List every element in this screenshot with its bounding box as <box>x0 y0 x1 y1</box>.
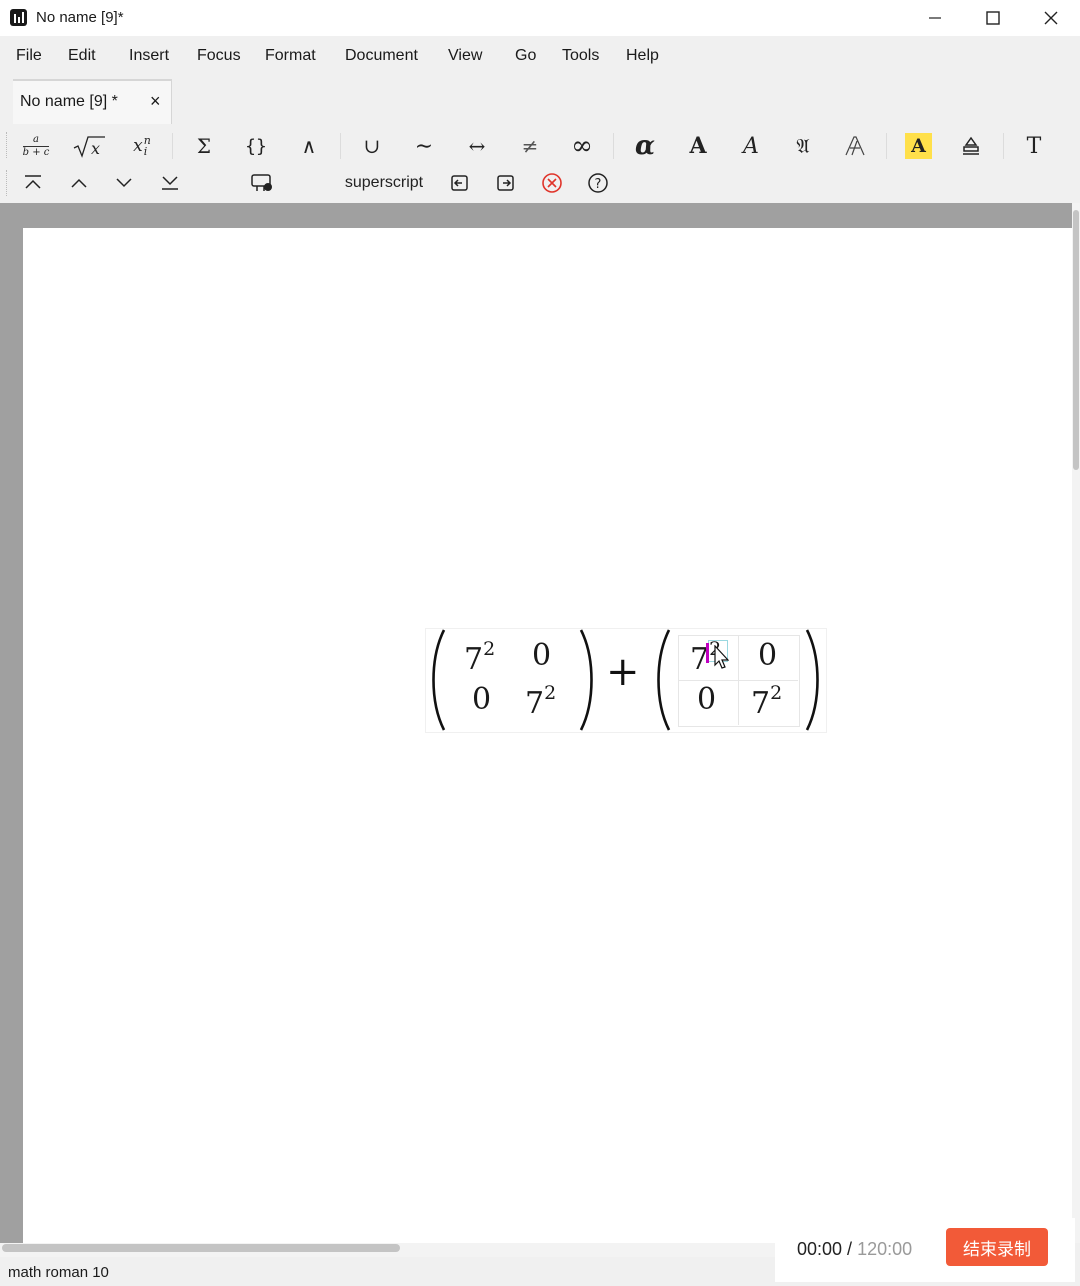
tilde-icon[interactable]: ∼ <box>409 131 439 161</box>
document-tab[interactable]: No name [9] * × <box>13 79 172 124</box>
exit-right-icon[interactable] <box>491 168 521 198</box>
exit-left-icon[interactable] <box>445 168 475 198</box>
minimize-button[interactable] <box>906 0 964 36</box>
menu-bar: File Edit Insert Focus Format Document V… <box>0 40 1080 72</box>
matrix1-cell-1-1[interactable]: 72 <box>464 638 495 677</box>
right-paren-2 <box>805 629 819 731</box>
move-down-icon[interactable] <box>109 168 139 198</box>
move-up-icon[interactable] <box>64 168 94 198</box>
matrix1-cell-2-2[interactable]: 72 <box>525 682 556 721</box>
left-paren-2 <box>657 629 671 731</box>
help-icon[interactable]: ? <box>583 168 613 198</box>
status-text: math roman 10 <box>8 1264 109 1281</box>
matrix1-cell-2-1[interactable]: 0 <box>472 682 491 717</box>
text-cursor <box>706 643 709 663</box>
toolbar-grip-2[interactable] <box>6 170 9 196</box>
mode-label: superscript <box>344 174 424 191</box>
matrix2-cell-2-1[interactable]: 0 <box>697 682 716 717</box>
minimize-icon <box>929 17 941 19</box>
menu-edit[interactable]: Edit <box>68 47 96 65</box>
not-equal-icon[interactable]: ≠ <box>515 131 545 161</box>
recording-timer: 00:00 / 120:00 <box>797 1239 913 1259</box>
fraktur-icon[interactable]: 𝔄 <box>788 131 818 161</box>
horizontal-scroll-thumb[interactable] <box>2 1244 400 1252</box>
highlight-icon[interactable]: A <box>905 133 932 159</box>
maximize-button[interactable] <box>964 0 1022 36</box>
svg-text:?: ? <box>595 177 602 192</box>
menu-insert[interactable]: Insert <box>129 47 169 65</box>
menu-go[interactable]: Go <box>515 47 536 65</box>
braces-icon[interactable]: {} <box>241 131 271 161</box>
menu-format[interactable]: Format <box>265 47 316 65</box>
wedge-icon[interactable]: ∧ <box>294 131 324 161</box>
tab-label: No name [9] * <box>20 93 118 110</box>
plus-operator[interactable]: + <box>606 650 640 694</box>
menu-file[interactable]: File <box>16 47 42 65</box>
eraser-icon[interactable] <box>956 131 986 161</box>
menu-view[interactable]: View <box>448 47 482 65</box>
text-mode-icon[interactable]: T <box>1019 131 1049 161</box>
close-icon <box>1044 11 1058 25</box>
right-paren-1 <box>579 629 593 731</box>
sqrt-icon[interactable]: x <box>72 131 106 161</box>
close-window-button[interactable] <box>1022 0 1080 36</box>
menu-document[interactable]: Document <box>345 47 418 65</box>
app-icon <box>10 9 27 26</box>
document-page[interactable] <box>23 228 1072 1243</box>
vertical-scroll-thumb[interactable] <box>1073 210 1079 470</box>
subscript-superscript-icon[interactable]: xni <box>126 131 158 161</box>
alpha-icon[interactable]: α <box>630 131 660 161</box>
matrix2-cell-1-2[interactable]: 0 <box>758 638 777 673</box>
move-to-top-icon[interactable] <box>18 168 48 198</box>
infinity-icon[interactable]: ∞ <box>565 131 599 161</box>
fraction-icon[interactable]: a b + c <box>20 131 52 161</box>
italic-script-icon[interactable]: A <box>736 131 766 161</box>
maximize-icon <box>986 11 1000 25</box>
menu-focus[interactable]: Focus <box>197 47 241 65</box>
move-to-bottom-icon[interactable] <box>155 168 185 198</box>
cancel-icon[interactable] <box>537 168 567 198</box>
tab-close-icon[interactable]: × <box>150 91 161 112</box>
sum-icon[interactable]: Σ <box>189 131 219 161</box>
mouse-pointer-icon <box>714 645 729 669</box>
left-paren-1 <box>432 629 446 731</box>
menu-help[interactable]: Help <box>626 47 659 65</box>
union-icon[interactable]: ∪ <box>357 131 387 161</box>
left-right-arrow-icon[interactable]: ↔ <box>462 131 492 161</box>
title-bar: No name [9]* <box>0 0 1080 36</box>
bold-icon[interactable]: A <box>683 131 713 161</box>
matrix2-cell-2-2[interactable]: 72 <box>751 682 782 721</box>
menu-tools[interactable]: Tools <box>562 47 599 65</box>
double-struck-icon[interactable] <box>840 131 870 161</box>
matrix1-cell-1-2[interactable]: 0 <box>532 638 551 673</box>
svg-text:x: x <box>91 139 100 158</box>
screen-recorder-panel: 00:00 / 120:00 结束录制 <box>775 1218 1075 1282</box>
window-title: No name [9]* <box>36 9 124 26</box>
insert-template-icon[interactable] <box>246 168 278 198</box>
toolbar-grip[interactable] <box>6 132 9 158</box>
stop-recording-button[interactable]: 结束录制 <box>946 1228 1048 1266</box>
